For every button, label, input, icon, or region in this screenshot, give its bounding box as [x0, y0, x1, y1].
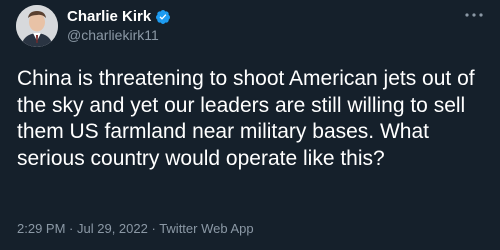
- tweet-metadata: 2:29 PM · Jul 29, 2022 · Twitter Web App: [17, 221, 254, 237]
- tweet-source: Twitter Web App: [159, 221, 254, 236]
- verified-badge-icon: [155, 9, 171, 25]
- avatar[interactable]: [16, 5, 58, 47]
- author-name-row: Charlie Kirk: [67, 8, 171, 26]
- tweet-date[interactable]: Jul 29, 2022: [77, 221, 148, 236]
- more-options-button[interactable]: [464, 6, 484, 24]
- author-display-name[interactable]: Charlie Kirk: [67, 8, 151, 26]
- more-options-icon: [465, 13, 483, 17]
- tweet-card: Charlie Kirk @charliekirk11 China is thr…: [0, 0, 500, 250]
- author-handle[interactable]: @charliekirk11: [67, 27, 159, 44]
- tweet-time[interactable]: 2:29 PM: [17, 221, 65, 236]
- tweet-text: China is threatening to shoot American j…: [17, 67, 475, 170]
- meta-separator: ·: [69, 221, 77, 236]
